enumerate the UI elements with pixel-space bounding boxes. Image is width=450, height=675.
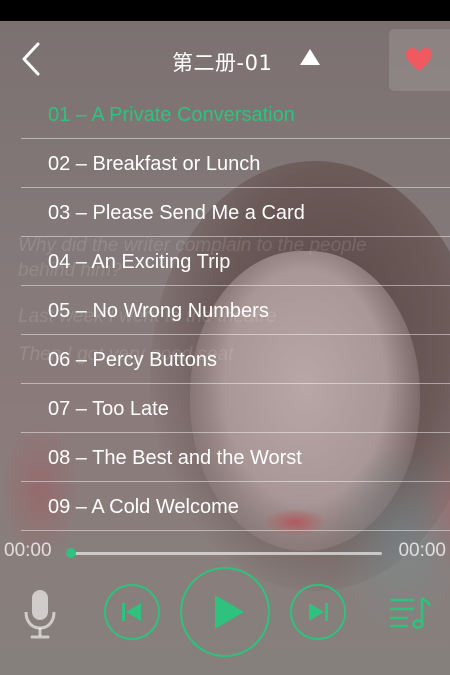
header: 第二册-01 [0,21,450,97]
back-button[interactable] [16,41,46,77]
player-controls [0,567,450,675]
lesson-item[interactable]: 02 – Breakfast or Lunch [21,139,450,188]
lesson-item[interactable]: 07 – Too Late [21,384,450,433]
microphone-button[interactable] [23,588,57,640]
total-time: 00:00 [398,540,446,561]
status-bar [0,0,450,21]
playlist-button[interactable] [388,592,432,632]
triangle-up-icon [300,49,320,65]
progress-thumb[interactable] [66,548,76,558]
lesson-item[interactable]: 08 – The Best and the Worst [21,433,450,482]
playlist-music-icon [390,597,431,629]
microphone-icon [24,590,56,639]
favorite-button[interactable] [389,29,450,91]
skip-next-icon [309,603,328,621]
lesson-item[interactable]: 05 – No Wrong Numbers [21,286,450,335]
lesson-item[interactable]: 06 – Percy Buttons [21,335,450,384]
page-title: 第二册-01 [172,51,273,75]
lesson-item[interactable]: 01 – A Private Conversation [21,90,450,139]
play-button[interactable] [180,567,270,657]
progress-bar: 00:00 00:00 [0,536,450,570]
lesson-item[interactable]: 03 – Please Send Me a Card [21,188,450,237]
progress-track[interactable] [70,552,382,555]
current-time: 00:00 [4,540,52,561]
lesson-list: 01 – A Private Conversation 02 – Breakfas… [21,90,450,531]
lesson-item[interactable]: 09 – A Cold Welcome [21,482,450,531]
lesson-item[interactable]: 04 – An Exciting Trip [21,237,450,286]
skip-previous-icon [122,603,141,621]
collapse-list-button[interactable] [298,47,322,69]
play-icon [215,595,244,629]
next-button[interactable] [290,584,346,640]
heart-icon [406,48,432,71]
chevron-left-icon [22,42,40,76]
previous-button[interactable] [104,584,160,640]
